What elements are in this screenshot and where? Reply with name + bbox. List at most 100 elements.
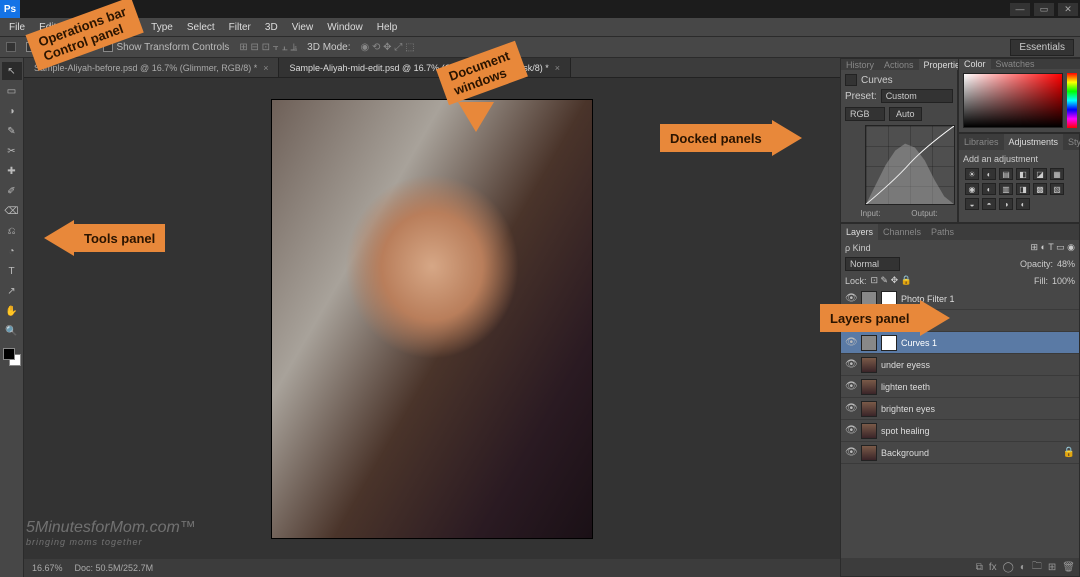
link-layers-icon[interactable]: ⧉	[976, 562, 983, 573]
window-maximize[interactable]: ▭	[1034, 3, 1054, 16]
tab-styles[interactable]: Styles	[1063, 134, 1080, 150]
menu-layer[interactable]: Layer	[107, 22, 142, 33]
tool-13[interactable]: 🔍	[2, 322, 22, 340]
tool-9[interactable]: ◔	[2, 242, 22, 260]
tool-11[interactable]: ↗	[2, 282, 22, 300]
tool-5[interactable]: ✚	[2, 162, 22, 180]
visibility-icon[interactable]: 👁	[845, 337, 857, 348]
layer-kind[interactable]: ρ Kind	[845, 243, 871, 253]
zoom-level[interactable]: 16.67%	[32, 563, 63, 573]
tool-4[interactable]: ✂	[2, 142, 22, 160]
auto-select-checkbox[interactable]: Auto-Select:	[26, 42, 93, 53]
visibility-icon[interactable]: 👁	[845, 447, 857, 458]
menu-type[interactable]: Type	[146, 22, 178, 33]
mode3d-label: 3D Mode:	[307, 42, 350, 53]
menu-window[interactable]: Window	[322, 22, 368, 33]
menu-file[interactable]: File	[4, 22, 30, 33]
tab-history[interactable]: History	[841, 59, 879, 70]
layer-name[interactable]: Background	[881, 448, 929, 458]
channel-dropdown[interactable]: RGB	[845, 107, 885, 121]
tool-6[interactable]: ✐	[2, 182, 22, 200]
workspace-switcher[interactable]: Essentials	[1010, 39, 1074, 56]
tab-layers[interactable]: Layers	[841, 224, 878, 240]
window-close[interactable]: ✕	[1058, 3, 1078, 16]
visibility-icon[interactable]: 👁	[845, 293, 857, 304]
new-adjustment-icon[interactable]: ◐	[1020, 562, 1026, 573]
document-tab[interactable]: Sample-Aliyah-before.psd @ 16.7% (Glimme…	[24, 58, 279, 77]
layer-mask[interactable]	[881, 335, 897, 351]
fill-label: Fill:	[1034, 276, 1048, 286]
layer-mask[interactable]	[881, 291, 897, 307]
layer-row[interactable]: 👁 under eyess	[841, 354, 1079, 376]
layer-name[interactable]: brighten eyes	[881, 404, 935, 414]
mask-icon[interactable]: ◯	[1003, 562, 1014, 573]
menu-edit[interactable]: Edit	[34, 22, 61, 33]
visibility-icon[interactable]: 👁	[845, 359, 857, 370]
auto-button[interactable]: Auto	[889, 107, 922, 121]
tool-8[interactable]: ⎌	[2, 222, 22, 240]
new-group-icon[interactable]: 🗀	[1032, 559, 1042, 576]
tab-paths[interactable]: Paths	[926, 224, 959, 240]
layer-thumb	[861, 357, 877, 373]
tab-swatches[interactable]: Swatches	[991, 59, 1040, 69]
layer-row[interactable]: 👁 Curves 1	[841, 332, 1079, 354]
window-minimize[interactable]: —	[1010, 3, 1030, 16]
tab-libraries[interactable]: Libraries	[959, 134, 1004, 150]
layer-row[interactable]: 👁 brighten eyes	[841, 398, 1079, 420]
fill-value[interactable]: 100%	[1052, 276, 1075, 286]
layer-name[interactable]: Curves 1	[901, 338, 937, 348]
tab-adjustments[interactable]: Adjustments	[1004, 134, 1064, 150]
layer-row[interactable]: 👁 Levels 1	[841, 310, 1079, 332]
delete-layer-icon[interactable]: 🗑	[1062, 562, 1075, 573]
tool-7[interactable]: ⌫	[2, 202, 22, 220]
visibility-icon[interactable]: 👁	[845, 381, 857, 392]
document-tab[interactable]: Sample-Aliyah-mid-edit.psd @ 16.7% (Curv…	[279, 58, 571, 77]
preset-dropdown[interactable]: Custom	[881, 89, 953, 103]
tab-channels[interactable]: Channels	[878, 224, 926, 240]
tool-2[interactable]: ◑	[2, 102, 22, 120]
new-layer-icon[interactable]: ⊞	[1048, 562, 1056, 573]
tool-1[interactable]: ▭	[2, 82, 22, 100]
layer-mask[interactable]	[881, 313, 897, 329]
menu-view[interactable]: View	[287, 22, 319, 33]
blend-mode-dropdown[interactable]: Normal	[845, 257, 900, 271]
visibility-icon[interactable]: 👁	[845, 315, 857, 326]
canvas[interactable]	[24, 78, 840, 559]
tab-actions[interactable]: Actions	[879, 59, 919, 70]
tab-color[interactable]: Color	[959, 59, 991, 69]
layer-row[interactable]: 👁 spot healing	[841, 420, 1079, 442]
tool-3[interactable]: ✎	[2, 122, 22, 140]
tool-0[interactable]: ↖	[2, 62, 22, 80]
layer-row[interactable]: 👁Background🔒	[841, 442, 1079, 464]
layer-name[interactable]: under eyess	[881, 360, 930, 370]
menu-select[interactable]: Select	[182, 22, 220, 33]
color-picker[interactable]	[963, 73, 1063, 128]
menu-help[interactable]: Help	[372, 22, 403, 33]
layer-name[interactable]: Levels 1	[901, 316, 935, 326]
layer-name[interactable]: Photo Filter 1	[901, 294, 955, 304]
color-swatch[interactable]	[3, 348, 21, 366]
curves-graph[interactable]	[865, 125, 955, 205]
menu-image[interactable]: Image	[65, 22, 103, 33]
visibility-icon[interactable]: 👁	[845, 403, 857, 414]
menu-filter[interactable]: Filter	[224, 22, 256, 33]
titlebar: Ps — ▭ ✕	[0, 0, 1080, 18]
visibility-icon[interactable]: 👁	[845, 425, 857, 436]
doc-info: Doc: 50.5M/252.7M	[75, 563, 154, 573]
close-icon[interactable]: ×	[555, 63, 560, 73]
tool-10[interactable]: T	[2, 262, 22, 280]
show-transform-checkbox[interactable]: Show Transform Controls	[103, 42, 229, 53]
layer-name[interactable]: lighten teeth	[881, 382, 930, 392]
tool-preset-icon[interactable]	[6, 42, 16, 52]
layer-name[interactable]: spot healing	[881, 426, 930, 436]
fx-icon[interactable]: fx	[989, 562, 997, 573]
adjustments-label: Add an adjustment	[963, 154, 1075, 164]
menu-3d[interactable]: 3D	[260, 22, 283, 33]
layer-row[interactable]: 👁 lighten teeth	[841, 376, 1079, 398]
tool-12[interactable]: ✋	[2, 302, 22, 320]
close-icon[interactable]: ×	[263, 63, 268, 73]
hue-slider[interactable]	[1067, 73, 1077, 128]
layer-row[interactable]: 👁 Photo Filter 1	[841, 288, 1079, 310]
opacity-value[interactable]: 48%	[1057, 259, 1075, 269]
adjustment-icons[interactable]: ☀◐▤◧◪▦ ◉◐▥◨▩▧ ◒◓◑◐	[963, 166, 1075, 212]
